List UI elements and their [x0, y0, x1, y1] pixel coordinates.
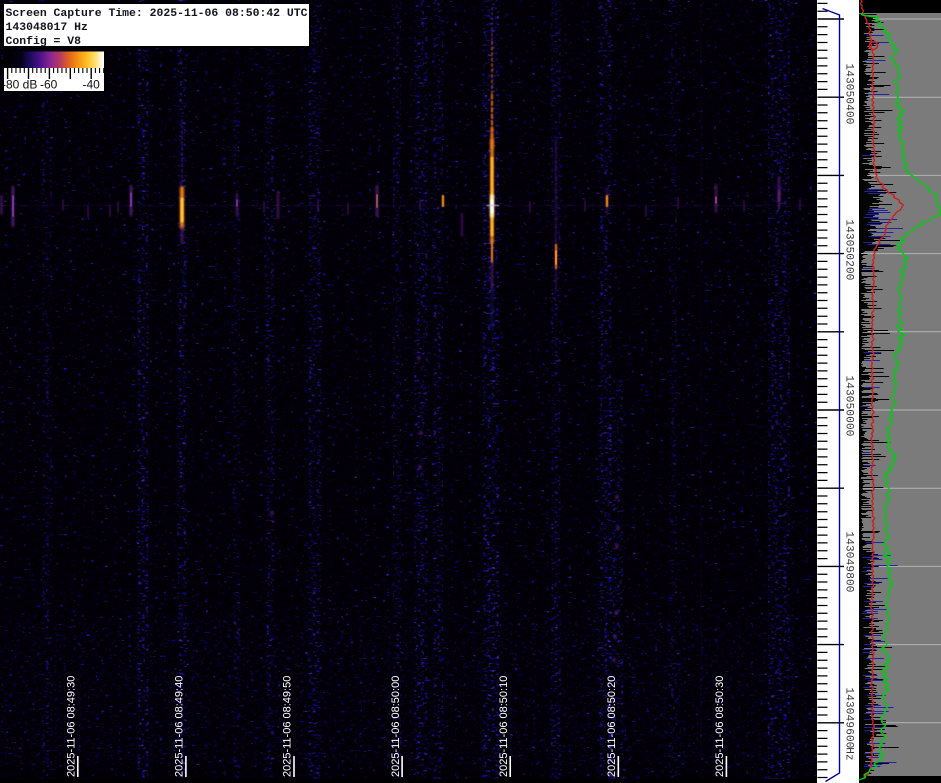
svg-text:2025-11-06 08:50:10: 2025-11-06 08:50:10 — [498, 676, 510, 777]
svg-text:143050000: 143050000 — [843, 375, 855, 436]
svg-text:2025-11-06 08:50:00: 2025-11-06 08:50:00 — [390, 676, 402, 777]
svg-text:2025-11-06 08:49:50: 2025-11-06 08:49:50 — [282, 676, 294, 777]
svg-text:143049600: 143049600 — [843, 687, 855, 748]
svg-text:2025-11-06 08:49:30: 2025-11-06 08:49:30 — [66, 676, 78, 777]
svg-text:2025-11-06 08:49:40: 2025-11-06 08:49:40 — [174, 676, 186, 777]
svg-text:143050400: 143050400 — [843, 63, 855, 124]
svg-text:2025-11-06 08:50:20: 2025-11-06 08:50:20 — [606, 676, 618, 777]
svg-text:Hz: Hz — [843, 747, 855, 761]
svg-text:Screen Capture Time: 2025-11-0: Screen Capture Time: 2025-11-06 08:50:42… — [6, 7, 308, 20]
svg-text:143048017 Hz: 143048017 Hz — [6, 21, 88, 34]
svg-text:Config = V8: Config = V8 — [6, 35, 82, 48]
svg-text:-80 dB: -80 dB — [2, 78, 37, 92]
svg-text:-40: -40 — [83, 78, 101, 92]
svg-text:143049800: 143049800 — [843, 531, 855, 592]
svg-text:2025-11-06 08:50:30: 2025-11-06 08:50:30 — [714, 676, 726, 777]
svg-text:143050200: 143050200 — [843, 219, 855, 280]
svg-text:-60: -60 — [40, 78, 58, 92]
